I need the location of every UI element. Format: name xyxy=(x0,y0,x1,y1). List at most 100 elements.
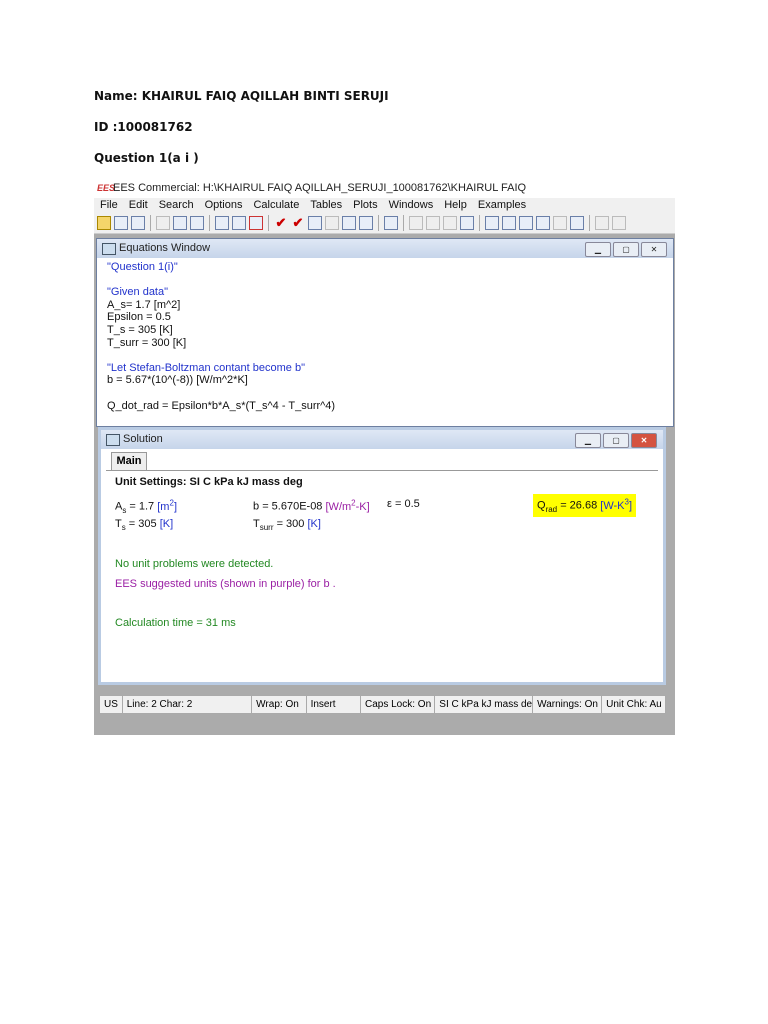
equation-line xyxy=(107,387,335,400)
toolbar-separator xyxy=(150,215,151,231)
toolbar: ✔ ✔ xyxy=(94,213,675,234)
paste-icon[interactable] xyxy=(190,216,204,230)
menu-examples[interactable]: Examples xyxy=(478,199,526,211)
ees-logo-icon: EES xyxy=(97,183,116,193)
menu-edit[interactable]: Edit xyxy=(129,199,148,211)
arrays-icon[interactable] xyxy=(553,216,567,230)
toolbar-separator xyxy=(268,215,269,231)
status-bar: US Line: 2 Char: 2 Wrap: On Insert Caps … xyxy=(99,695,666,714)
equation-line: T_surr = 300 [K] xyxy=(107,336,187,349)
student-id: ID :100081762 xyxy=(94,120,193,134)
equations-window-title: Equations Window xyxy=(119,242,211,254)
unit-system-icon[interactable] xyxy=(249,216,263,230)
question-label: Question 1(a i ) xyxy=(94,151,199,165)
toolbar-separator xyxy=(479,215,480,231)
equations-editor[interactable]: "Question 1(i)" "Given data" A_s= 1.7 [m… xyxy=(107,261,335,412)
toolbar-separator xyxy=(209,215,210,231)
var-Q_rad-highlighted: Qrad = 26.68 [W-K3] xyxy=(533,494,637,517)
toolbar-separator xyxy=(589,215,590,231)
equation-line: A_s= 1.7 [m^2] xyxy=(107,298,181,311)
tab-divider xyxy=(106,470,658,471)
formatted-equations-icon[interactable] xyxy=(502,216,516,230)
check-icon[interactable]: ✔ xyxy=(274,216,288,230)
menu-options[interactable]: Options xyxy=(205,199,243,211)
calculation-time: Calculation time = 31 ms xyxy=(115,617,236,629)
min-max-icon[interactable] xyxy=(359,216,373,230)
print-icon[interactable] xyxy=(131,216,145,230)
student-name: Name: KHAIRUL FAIQ AQILLAH BINTI SERUJI xyxy=(94,89,389,103)
menu-bar: File Edit Search Options Calculate Tables Plot… xyxy=(94,198,675,213)
menu-tables[interactable]: Tables xyxy=(310,199,342,211)
equations-window-icon[interactable] xyxy=(485,216,499,230)
toolbar-separator xyxy=(403,215,404,231)
solution-window: Solution ▁ ▢ ✕ Main Unit Settings: SI C kP… xyxy=(98,427,666,685)
equation-line xyxy=(107,349,335,362)
equation-line: b = 5.67*(10^(-8)) [W/m^2*K] xyxy=(107,374,248,387)
solution-window-title: Solution xyxy=(123,433,163,445)
status-warnings: Warnings: On xyxy=(533,696,603,713)
equation-line: "Given data" xyxy=(107,286,169,299)
menu-windows[interactable]: Windows xyxy=(389,199,434,211)
open-icon[interactable] xyxy=(97,216,111,230)
maximize-button[interactable]: ▢ xyxy=(613,242,639,257)
ees-screenshot: EESEES Commercial: H:\KHAIRUL FAIQ AQILL… xyxy=(94,179,675,735)
close-button[interactable]: ✕ xyxy=(631,433,657,448)
status-unit-system: SI C kPa kJ mass deg xyxy=(435,696,534,713)
plot-window-2-icon[interactable] xyxy=(426,216,440,230)
status-insert: Insert xyxy=(307,696,361,713)
menu-search[interactable]: Search xyxy=(159,199,194,211)
find-icon[interactable] xyxy=(156,216,170,230)
status-line-char: Line: 2 Char: 2 xyxy=(123,696,253,713)
copy-icon[interactable] xyxy=(173,216,187,230)
tab-main[interactable]: Main xyxy=(111,452,147,470)
title-bar: EESEES Commercial: H:\KHAIRUL FAIQ AQILL… xyxy=(94,179,675,213)
info-icon[interactable] xyxy=(215,216,229,230)
plot-icon[interactable] xyxy=(342,216,356,230)
plot-window-3-icon[interactable] xyxy=(443,216,457,230)
check-units-icon[interactable]: ✔ xyxy=(291,216,305,230)
save-icon[interactable] xyxy=(114,216,128,230)
menu-plots[interactable]: Plots xyxy=(353,199,377,211)
variable-info-icon[interactable] xyxy=(232,216,246,230)
status-caps-lock: Caps Lock: On xyxy=(361,696,436,713)
var-epsilon: ε = 0.5 xyxy=(387,498,420,510)
lookup-table-icon[interactable] xyxy=(570,216,584,230)
equation-line: Epsilon = 0.5 xyxy=(107,311,171,324)
equation-line: T_s = 305 [K] xyxy=(107,323,173,336)
parametric-table-icon[interactable] xyxy=(384,216,398,230)
status-unit-check: Unit Chk: Au xyxy=(606,699,662,710)
var-A_s: As = 1.7 [m2] xyxy=(115,498,177,515)
plot-window-1-icon[interactable] xyxy=(409,216,423,230)
solution-window-icon[interactable] xyxy=(519,216,533,230)
calculator-icon[interactable] xyxy=(308,216,322,230)
maximize-button[interactable]: ▢ xyxy=(603,433,629,448)
unit-check-message: No unit problems were detected. xyxy=(115,558,274,570)
var-b: b = 5.670E-08 [W/m2-K] xyxy=(253,498,370,513)
equation-line: Q_dot_rad = Epsilon*b*A_s*(T_s^4 - T_sur… xyxy=(107,399,336,412)
equations-window-icon xyxy=(102,243,116,255)
unit-settings: Unit Settings: SI C kPa kJ mass deg xyxy=(115,476,303,488)
var-T_s: Ts = 305 [K] xyxy=(115,518,174,533)
equation-line xyxy=(107,274,335,287)
diagram-icon[interactable] xyxy=(595,216,609,230)
solution-window-icon xyxy=(106,434,120,446)
solve-table-icon[interactable] xyxy=(325,216,339,230)
toolbar-separator xyxy=(378,215,379,231)
menu-help[interactable]: Help xyxy=(444,199,467,211)
var-T_surr: Tsurr = 300 [K] xyxy=(253,518,321,533)
document-page: Name: KHAIRUL FAIQ AQILLAH BINTI SERUJI … xyxy=(0,0,768,1024)
residuals-icon[interactable] xyxy=(536,216,550,230)
minimize-button[interactable]: ▁ xyxy=(575,433,601,448)
report-icon[interactable] xyxy=(612,216,626,230)
equations-window: Equations Window ▁ ▢ ✕ "Question 1(i)" "Gi… xyxy=(96,238,674,427)
menu-file[interactable]: File xyxy=(100,199,118,211)
plot-window-4-icon[interactable] xyxy=(460,216,474,230)
minimize-button[interactable]: ▁ xyxy=(585,242,611,257)
status-us: US xyxy=(100,696,123,713)
close-button[interactable]: ✕ xyxy=(641,242,667,257)
menu-calculate[interactable]: Calculate xyxy=(253,199,299,211)
status-wrap: Wrap: On xyxy=(252,696,307,713)
equation-line: "Let Stefan-Boltzman contant become b" xyxy=(107,361,305,374)
equation-line: "Question 1(i)" xyxy=(107,261,178,273)
suggested-units-message: EES suggested units (shown in purple) fo… xyxy=(115,578,336,590)
